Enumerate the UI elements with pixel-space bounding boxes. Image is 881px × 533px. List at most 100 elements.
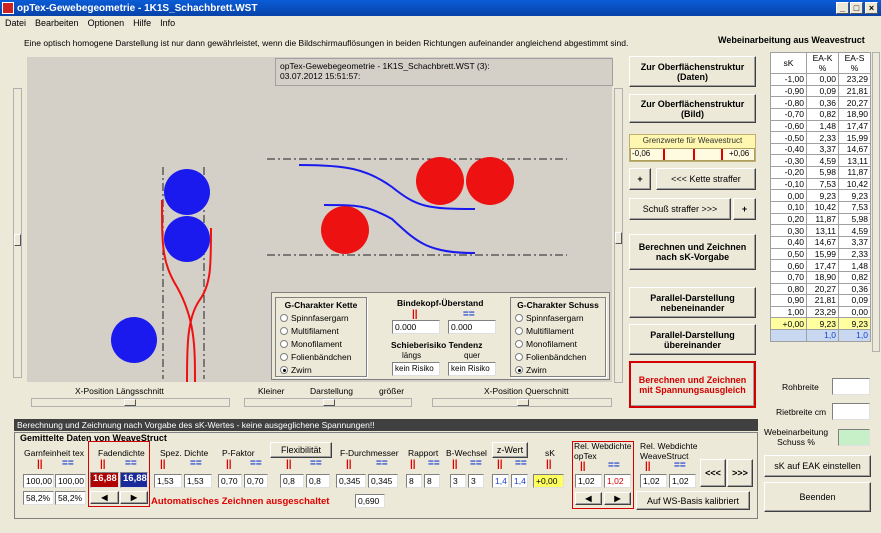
table-row[interactable]: 0,60 17,47 1,48 [770, 259, 871, 272]
radio-schuss-zwirn[interactable]: Zwirn [515, 363, 601, 376]
radio-kette-spinnfaser[interactable]: Spinnfasergarn [280, 311, 362, 324]
flex-schuss-field[interactable]: 0,8 [306, 474, 330, 488]
table-row[interactable]: 0,40 14,67 3,37 [770, 235, 871, 249]
sk-field[interactable]: +0,00 [533, 474, 564, 488]
schuss-straffer-button[interactable]: Schuß straffer >>> [629, 198, 731, 220]
bindekopf-schuss-field[interactable]: 0.000 [448, 320, 496, 334]
close-button[interactable]: × [865, 2, 878, 14]
table-row[interactable]: -1,00 0,00 23,29 [770, 73, 871, 86]
radio-schuss-monofilament[interactable]: Monofilament [515, 337, 601, 350]
table-row[interactable]: -0,80 0,36 20,27 [770, 96, 871, 109]
table-row[interactable]: 0,00 9,23 9,23 [770, 189, 871, 203]
ro-left-arrow[interactable]: ◀ [575, 492, 602, 505]
parallel-ueber-button[interactable]: Parallel-Darstellung übereinander [629, 324, 756, 355]
table-cell: 20,27 [806, 282, 839, 296]
spez-schuss-field[interactable]: 1,53 [184, 474, 212, 488]
radio-schuss-folien[interactable]: Folienbändchen [515, 350, 601, 363]
kette-straffer-button[interactable]: <<< Kette straffer [656, 168, 756, 190]
table-row[interactable]: -0,70 0,82 18,90 [770, 107, 871, 121]
faden-kette-field[interactable]: 16,88 [90, 472, 119, 488]
z-schuss-field[interactable]: 1,4 [511, 474, 528, 488]
oberflaeche-bild-button[interactable]: Zur Oberflächenstruktur (Bild) [629, 94, 756, 123]
radio-kette-folien[interactable]: Folienbändchen [280, 350, 362, 363]
table-row[interactable]: 0,20 11,87 5,98 [770, 212, 871, 226]
rw-schuss-field[interactable]: 1,02 [669, 474, 696, 488]
table-row[interactable]: 0,10 10,42 7,53 [770, 201, 871, 214]
table-row[interactable]: 1,00 23,29 0,00 [770, 305, 871, 319]
fd-schuss-field[interactable]: 0,345 [368, 474, 398, 488]
menu-datei[interactable]: Datei [5, 16, 26, 30]
fd-kette-field[interactable]: 0,345 [336, 474, 366, 488]
p-kette-field[interactable]: 0,70 [218, 474, 242, 488]
x-quer-slider[interactable] [432, 398, 612, 407]
x-laengs-slider[interactable] [31, 398, 230, 407]
plus-kette-button[interactable]: + [629, 168, 651, 190]
bindekopf-kette-field[interactable]: 0.000 [392, 320, 440, 334]
spez-kette-field[interactable]: 1,53 [154, 474, 182, 488]
radio-schuss-spinnfaser[interactable]: Spinnfasergarn [515, 311, 601, 324]
faden-schuss-field[interactable]: 16,88 [120, 472, 148, 488]
oberflaeche-daten-button[interactable]: Zur Oberflächenstruktur (Daten) [629, 56, 756, 87]
table-row[interactable]: -0,60 1,48 17,47 [770, 119, 871, 133]
table-row[interactable]: 0,80 20,27 0,36 [770, 282, 871, 296]
ro-schuss-field[interactable]: 1,02 [604, 474, 631, 488]
z-wert-button[interactable]: z-Wert [492, 442, 528, 458]
ro-right-arrow[interactable]: ▶ [604, 492, 631, 505]
radio-kette-monofilament[interactable]: Monofilament [280, 337, 362, 350]
right-vertical-scrollbar[interactable] [614, 88, 623, 383]
bw-schuss-field[interactable]: 3 [468, 474, 484, 488]
table-row[interactable]: 0,70 18,90 0,82 [770, 270, 871, 284]
rw-kette-field[interactable]: 1,02 [640, 474, 667, 488]
table-row[interactable]: 0,30 13,11 4,59 [770, 224, 871, 237]
berechnen-spannung-button[interactable]: Berechnen und Zeichnen mit Spannungsausg… [629, 361, 756, 408]
rohbreite-field[interactable] [832, 378, 870, 395]
minimize-button[interactable]: _ [836, 2, 849, 14]
faden-left-arrow[interactable]: ◀ [90, 491, 119, 504]
p-schuss-mark: == [250, 458, 262, 469]
p-schuss-field[interactable]: 0,70 [244, 474, 268, 488]
table-row[interactable]: -0,20 5,98 11,87 [770, 166, 871, 179]
ws-basis-button[interactable]: Auf WS-Basis kalibriert [636, 491, 750, 510]
garn-schuss-field[interactable]: 100,00 [55, 474, 86, 488]
flex-kette-field[interactable]: 0,8 [280, 474, 304, 488]
table-row[interactable]: 0,50 15,99 2,33 [770, 247, 871, 261]
darstellung-slider[interactable] [244, 398, 412, 407]
grenzwerte-range[interactable]: -0,06 +0,06 [630, 148, 755, 161]
next-button[interactable]: >>> [727, 459, 753, 487]
rap-schuss-field[interactable]: 8 [424, 474, 440, 488]
maximize-button[interactable]: □ [850, 2, 863, 14]
parallel-neben-button[interactable]: Parallel-Darstellung nebeneinander [629, 287, 756, 318]
webeinarbeitung-schuss-field[interactable] [838, 429, 870, 446]
radio-schuss-multifilament[interactable]: Multifilament [515, 324, 601, 337]
rap-kette-field[interactable]: 8 [406, 474, 422, 488]
beenden-button[interactable]: Beenden [764, 482, 871, 512]
bw-kette-field[interactable]: 3 [450, 474, 466, 488]
faden-right-arrow[interactable]: ▶ [120, 491, 148, 504]
ro-kette-field[interactable]: 1,02 [575, 474, 602, 488]
table-row[interactable]: 0,90 21,81 0,09 [770, 294, 871, 307]
table-row[interactable]: -0,30 4,59 13,11 [770, 154, 871, 168]
menu-optionen[interactable]: Optionen [88, 16, 125, 30]
table-row[interactable]: -0,10 7,53 10,42 [770, 177, 871, 191]
plus-schuss-button[interactable]: + [733, 198, 756, 220]
scroll-thumb[interactable] [615, 232, 622, 244]
table-scrollbar[interactable] [872, 52, 880, 352]
rietbreite-field[interactable] [832, 403, 870, 420]
menu-bearbeiten[interactable]: Bearbeiten [35, 16, 79, 30]
prev-button[interactable]: <<< [700, 459, 726, 487]
z-kette-field[interactable]: 1,4 [492, 474, 509, 488]
scroll-thumb[interactable] [14, 234, 21, 246]
table-row[interactable]: -0,40 3,37 14,67 [770, 142, 871, 156]
berechnen-sk-button[interactable]: Berechnen und Zeichnen nach sK-Vorgabe [629, 234, 756, 270]
table-row[interactable]: -0,50 2,33 15,99 [770, 131, 871, 144]
sk-eak-button[interactable]: sK auf EAK einstellen [764, 455, 871, 477]
x-quer-label: X-Position Querschnitt [484, 386, 569, 396]
menu-info[interactable]: Info [160, 16, 175, 30]
radio-kette-multifilament[interactable]: Multifilament [280, 324, 362, 337]
garn-kette-field[interactable]: 100,00 [23, 474, 54, 488]
flexibilitaet-button[interactable]: Flexibilität [270, 442, 332, 458]
left-vertical-scrollbar[interactable] [13, 88, 22, 378]
table-row[interactable]: -0,90 0,09 21,81 [770, 84, 871, 98]
radio-kette-zwirn[interactable]: Zwirn [280, 363, 362, 376]
menu-hilfe[interactable]: Hilfe [133, 16, 151, 30]
